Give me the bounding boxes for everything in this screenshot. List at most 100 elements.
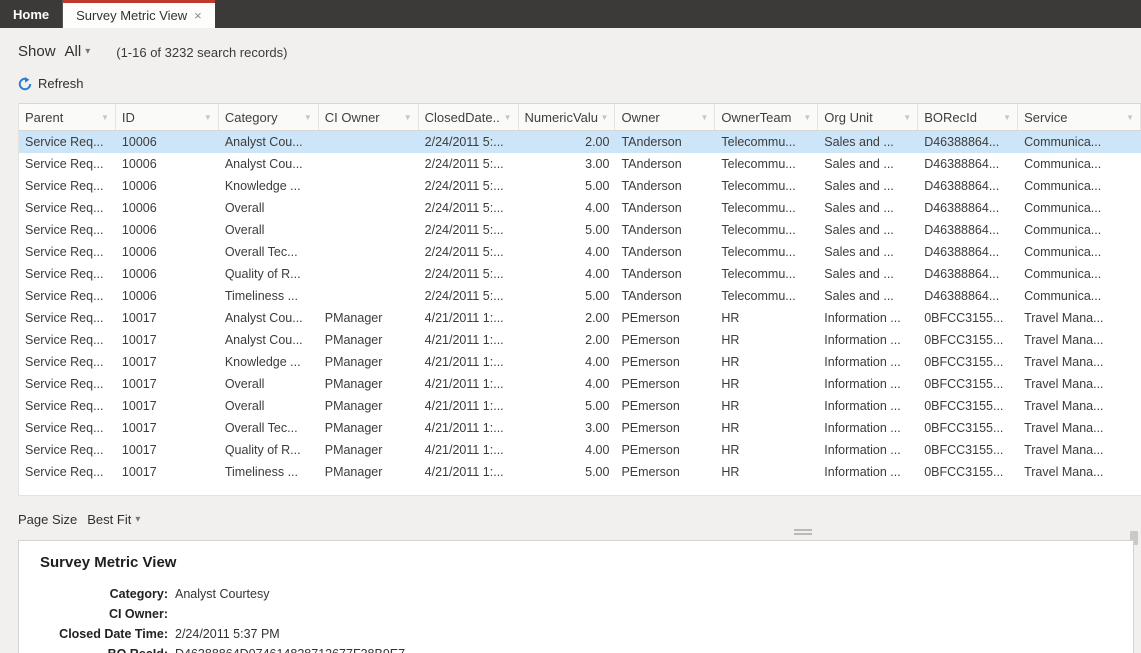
table-cell: PEmerson [615,351,715,373]
table-cell: Communica... [1018,285,1141,307]
column-header-org-unit[interactable]: Org Unit▼ [818,104,918,130]
column-header-category[interactable]: Category▼ [219,104,319,130]
table-cell: Telecommu... [715,241,818,263]
refresh-button[interactable]: Refresh [18,76,84,91]
table-cell: 2/24/2011 5:... [419,131,519,153]
column-header-numeric-value[interactable]: NumericValu▼ [519,104,616,130]
grid-header: Parent▼ID▼Category▼CI Owner▼ClosedDate..… [19,103,1141,131]
table-cell: 10017 [116,417,219,439]
table-cell: 2/24/2011 5:... [419,153,519,175]
pager: Page Size Best Fit ▾ [0,496,1141,530]
column-header-bo-recid[interactable]: BORecId▼ [918,104,1018,130]
table-cell: 0BFCC3155... [918,373,1018,395]
filter-icon[interactable]: ▼ [1003,113,1011,122]
column-header-service[interactable]: Service▼ [1018,104,1141,130]
filter-icon[interactable]: ▼ [601,113,609,122]
table-cell: 10006 [116,175,219,197]
table-cell: Information ... [818,395,918,417]
filter-icon[interactable]: ▼ [204,113,212,122]
column-header-closed-date[interactable]: ClosedDate..▼ [419,104,519,130]
table-row[interactable]: Service Req...10006Overall Tec...2/24/20… [19,241,1141,263]
page-size-dropdown[interactable]: Best Fit ▾ [87,512,140,527]
table-row[interactable]: Service Req...10006Knowledge ...2/24/201… [19,175,1141,197]
table-cell: Service Req... [19,219,116,241]
table-cell: 2/24/2011 5:... [419,241,519,263]
filter-icon[interactable]: ▼ [304,113,312,122]
table-cell: 10006 [116,263,219,285]
table-row[interactable]: Service Req...10017Quality of R...PManag… [19,439,1141,461]
column-label: ID [122,110,202,125]
filter-icon[interactable]: ▼ [404,113,412,122]
table-row[interactable]: Service Req...10017OverallPManager4/21/2… [19,373,1141,395]
column-header-owner-team[interactable]: OwnerTeam▼ [715,104,818,130]
table-cell: TAnderson [615,131,715,153]
table-cell: 0BFCC3155... [918,461,1018,483]
table-cell: TAnderson [615,153,715,175]
table-cell: Quality of R... [219,263,319,285]
table-cell: 10006 [116,197,219,219]
table-cell: PEmerson [615,329,715,351]
table-row[interactable]: Service Req...10017Timeliness ...PManage… [19,461,1141,483]
table-cell: Service Req... [19,307,116,329]
table-row[interactable]: Service Req...10017OverallPManager4/21/2… [19,395,1141,417]
chevron-down-icon: ▾ [135,514,140,525]
table-row[interactable]: Service Req...10006Quality of R... 2/24/2… [19,263,1141,285]
splitter-handle[interactable] [794,529,812,537]
table-cell: 2/24/2011 5:... [419,197,519,219]
table-cell: PManager [319,351,419,373]
table-cell: 0BFCC3155... [918,395,1018,417]
column-header-owner[interactable]: Owner▼ [615,104,715,130]
table-row[interactable]: Service Req...10006Timeliness ...2/24/20… [19,285,1141,307]
table-cell: Telecommu... [715,263,818,285]
table-row[interactable]: Service Req...10006Analyst Cou...2/24/20… [19,131,1141,153]
detail-field: BO RecId:D46388864D074614828712677F38B9E… [40,644,1133,653]
filter-icon[interactable]: ▼ [101,113,109,122]
column-label: Parent [25,110,99,125]
table-row[interactable]: Service Req...10017Knowledge ...PManager… [19,351,1141,373]
filter-icon[interactable]: ▼ [700,113,708,122]
table-cell: HR [715,461,818,483]
table-cell: D46388864... [918,285,1018,307]
table-cell: Telecommu... [715,285,818,307]
refresh-icon [18,77,32,91]
filter-icon[interactable]: ▼ [903,113,911,122]
refresh-label: Refresh [38,76,84,91]
detail-title: Survey Metric View [40,554,1133,571]
table-cell: 5.00 [519,219,616,241]
column-header-id[interactable]: ID▼ [116,104,219,130]
table-row[interactable]: Service Req...10006Analyst Cou...2/24/20… [19,153,1141,175]
table-row[interactable]: Service Req...10017Analyst Cou...PManage… [19,307,1141,329]
table-cell: Sales and ... [818,219,918,241]
table-cell: PEmerson [615,373,715,395]
close-tab-icon[interactable]: × [194,9,202,22]
show-dropdown[interactable]: All ▾ [65,43,91,60]
table-row[interactable]: Service Req...10006Overall2/24/2011 5:..… [19,197,1141,219]
table-cell: PManager [319,439,419,461]
table-cell: Service Req... [19,263,116,285]
tab-home[interactable]: Home [0,0,63,28]
table-cell: Service Req... [19,241,116,263]
table-cell: Telecommu... [715,197,818,219]
filter-icon[interactable]: ▼ [1126,113,1134,122]
table-cell: Travel Mana... [1018,417,1141,439]
filter-icon[interactable]: ▼ [504,113,512,122]
table-cell: Communica... [1018,241,1141,263]
tab-survey-metric-view[interactable]: Survey Metric View × [63,0,215,28]
table-cell: TAnderson [615,285,715,307]
table-cell: Telecommu... [715,131,818,153]
column-header-parent[interactable]: Parent▼ [19,104,116,130]
table-cell: PManager [319,395,419,417]
table-cell: Knowledge ... [219,351,319,373]
table-row[interactable]: Service Req...10017Overall Tec...PManage… [19,417,1141,439]
column-header-ci-owner[interactable]: CI Owner▼ [319,104,419,130]
table-row[interactable]: Service Req...10006Overall2/24/2011 5:..… [19,219,1141,241]
detail-panel: Survey Metric View Category:Analyst Cour… [18,540,1134,653]
table-cell: 2/24/2011 5:... [419,263,519,285]
table-cell: 10017 [116,351,219,373]
table-cell: PManager [319,461,419,483]
table-cell: 2.00 [519,131,616,153]
table-row[interactable]: Service Req...10017Analyst Cou...PManage… [19,329,1141,351]
show-row: Show All ▾ (1-16 of 3232 search records) [0,28,1141,64]
filter-icon[interactable]: ▼ [803,113,811,122]
table-cell [319,241,419,263]
